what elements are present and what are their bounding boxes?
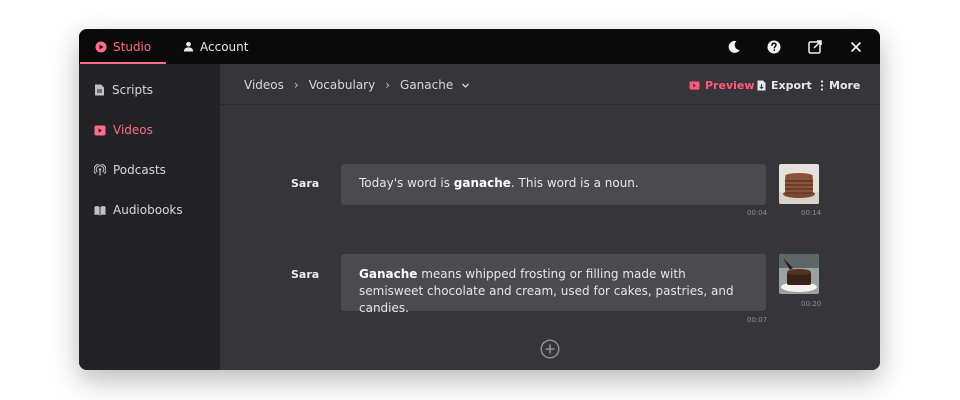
- sidebar-item-scripts[interactable]: Scripts: [94, 80, 153, 100]
- open-external-button[interactable]: [806, 38, 824, 56]
- sidebar-item-label: Podcasts: [113, 163, 166, 177]
- speaker-name: Sara: [291, 177, 320, 190]
- top-bar: Studio Account: [79, 29, 880, 64]
- script-line-text[interactable]: Ganache means whipped frosting or fillin…: [341, 254, 766, 315]
- keyword: Ganache: [359, 267, 418, 281]
- sidebar-item-videos[interactable]: Videos: [94, 120, 153, 140]
- more-icon: [820, 79, 824, 91]
- more-button[interactable]: More: [820, 76, 860, 94]
- moon-icon: [728, 40, 740, 53]
- breadcrumb-ganache[interactable]: Ganache: [400, 78, 453, 92]
- dark-mode-button[interactable]: [725, 38, 743, 56]
- line-duration: 00:07: [747, 316, 768, 324]
- sidebar-item-label: Scripts: [112, 83, 154, 97]
- user-icon: [183, 41, 194, 52]
- tab-account-label: Account: [200, 39, 249, 54]
- breadcrumb-vocabulary[interactable]: Vocabulary: [309, 78, 376, 92]
- video-thumbnail[interactable]: [779, 254, 819, 294]
- app-window: Studio Account Scripts Videos Podcasts A…: [79, 29, 880, 370]
- breadcrumb-videos[interactable]: Videos: [244, 78, 284, 92]
- text-after: . This word is a noun.: [510, 176, 639, 190]
- line-duration: 00:04: [747, 209, 768, 217]
- sidebar-item-audiobooks[interactable]: Audiobooks: [94, 200, 183, 220]
- sidebar-item-label: Audiobooks: [113, 203, 183, 217]
- preview-button[interactable]: Preview: [689, 76, 755, 94]
- export-label: Export: [771, 78, 812, 92]
- keyword: ganache: [453, 176, 511, 190]
- script-line-text[interactable]: Today's word is ganache. This word is a …: [341, 164, 766, 205]
- plus-circle-icon: [540, 339, 560, 359]
- thumbnail-time: 00:20: [801, 300, 822, 308]
- sidebar-item-label: Videos: [113, 123, 153, 137]
- help-button[interactable]: [765, 38, 783, 56]
- breadcrumb: Videos › Vocabulary › Ganache: [244, 76, 470, 94]
- export-button[interactable]: Export: [757, 76, 812, 94]
- main-panel: Videos › Vocabulary › Ganache Preview Ex…: [220, 64, 880, 370]
- sidebar-item-podcasts[interactable]: Podcasts: [94, 160, 166, 180]
- sidebar: Scripts Videos Podcasts Audiobooks: [79, 64, 220, 370]
- podcast-icon: [94, 164, 106, 176]
- preview-icon: [689, 81, 700, 89]
- cake-image: [779, 164, 819, 204]
- preview-label: Preview: [705, 78, 755, 92]
- ganache-cake-image: [779, 254, 819, 294]
- audiobook-icon: [94, 205, 106, 215]
- export-icon: [757, 80, 766, 90]
- more-label: More: [829, 78, 861, 92]
- speaker-name: Sara: [291, 268, 320, 281]
- header-divider: [220, 104, 880, 105]
- tab-studio-label: Studio: [113, 39, 152, 54]
- studio-icon: [95, 41, 107, 52]
- external-link-icon: [808, 40, 822, 54]
- video-icon: [94, 125, 106, 135]
- video-thumbnail[interactable]: [779, 164, 819, 204]
- breadcrumb-separator: ›: [385, 78, 391, 92]
- chevron-down-icon[interactable]: [461, 81, 470, 90]
- help-icon: [767, 40, 781, 54]
- close-button[interactable]: [847, 38, 865, 56]
- text-before: Today's word is: [359, 176, 454, 190]
- tab-account[interactable]: Account: [183, 29, 248, 64]
- close-icon: [850, 41, 862, 53]
- document-icon: [95, 84, 104, 96]
- add-line-button[interactable]: [540, 339, 560, 359]
- breadcrumb-separator: ›: [293, 78, 299, 92]
- tab-studio[interactable]: Studio: [79, 29, 167, 64]
- thumbnail-time: 00:14: [801, 209, 822, 217]
